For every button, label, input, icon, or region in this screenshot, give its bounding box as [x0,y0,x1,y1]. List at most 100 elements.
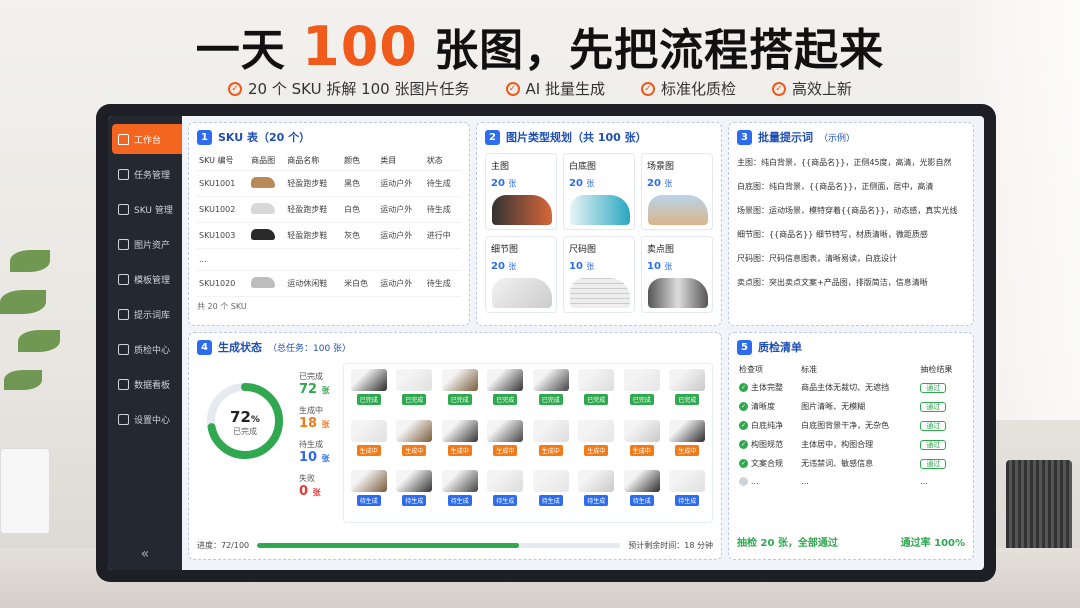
check-circle-icon: ✓ [739,421,748,430]
type-count-unit: 张 [586,262,595,271]
type-count-number: 10 [569,261,583,272]
sidebar-item-tasks[interactable]: 任务管理 [112,159,182,189]
table-row[interactable]: SKU1003 轻盈跑步鞋 灰色 运动户外 进行中 [197,222,461,249]
sidebar-item-settings[interactable]: 设置中心 [112,404,182,434]
table-row[interactable]: SKU1020 运动休闲鞋 米白色 运动户外 待生成 [197,270,461,297]
type-count-number: 20 [647,178,661,189]
type-count: 20 张 [569,178,629,189]
sidebar-item-assets[interactable]: 图片资产 [112,229,182,259]
progress-row: 进度：72/100 预计剩余时间：18 分钟 [197,540,713,551]
thumbnail-image [532,419,569,442]
generation-thumbnail[interactable]: 待生成 [531,470,571,517]
qc-result-cell: 通过 [918,378,965,397]
type-card[interactable]: 场景图 20 张 [641,153,713,230]
check-circle-icon [739,477,748,486]
sidebar-item-prompts[interactable]: 提示词库 [112,299,182,329]
thumbnail-image [669,419,706,442]
sidebar-item-dashboard[interactable]: 数据看板 [112,369,182,399]
check-circle-icon: ✓ [640,81,655,96]
sidebar-item-sku[interactable]: SKU 管理 [112,194,182,224]
generation-thumbnail[interactable]: 生成中 [440,419,480,467]
monitor-frame: 工作台 任务管理 SKU 管理 图片资产 模板管理 提示词库 质检中心 数据看板… [96,104,996,582]
headline-post: 张图，先把流程搭起来 [417,25,885,76]
table-row[interactable]: SKU1002 轻盈跑步鞋 白色 运动户外 待生成 [197,196,461,223]
generation-thumbnail[interactable]: 待生成 [668,470,708,517]
qc-pass-badge: 通过 [920,401,947,412]
status-text: 待生成 [424,270,461,297]
generation-thumbnail[interactable]: 已完成 [668,369,708,416]
panel-title-text: 图片类型规划（共 100 张） [506,131,647,144]
generation-thumbnail[interactable]: 待生成 [577,470,617,517]
generation-thumbnail[interactable]: 待生成 [440,470,480,517]
generation-thumbnail[interactable]: 生成中 [395,419,435,467]
type-count-number: 10 [647,261,661,272]
status-tag: 已完成 [356,394,381,405]
check-circle-icon: ✓ [739,383,748,392]
sidebar-item-workbench[interactable]: 工作台 [112,124,182,154]
generation-thumbnail[interactable]: 待生成 [486,470,526,517]
type-card[interactable]: 白底图 20 张 [563,153,635,230]
panel-title-text: 生成状态 [218,341,262,354]
status-text: 进行中 [424,222,461,249]
qc-pass-rate: 通过率 100% [900,538,965,549]
thumbnail-image [487,369,524,391]
generation-thumbnail[interactable]: 待生成 [349,470,389,517]
generation-thumbnail[interactable]: 已完成 [531,369,571,416]
thumbnail-image [396,369,433,391]
product-category: 运动户外 [378,170,425,197]
type-card[interactable]: 尺码图 10 张 [563,236,635,313]
type-card[interactable]: 主图 20 张 [485,153,557,230]
thumbnail-image [532,470,569,493]
step-number: 5 [737,339,752,355]
qc-item-cell: ✓ 文案合规 [737,454,799,473]
type-card[interactable]: 细节图 20 张 [485,236,557,313]
generation-thumbnail[interactable]: 生成中 [668,419,708,467]
generation-thumbnail[interactable]: 生成中 [577,419,617,467]
ring-label: 72% 已完成 [203,407,287,437]
qc-pass-badge: 通过 [920,458,947,469]
generation-thumbnail[interactable]: 待生成 [395,470,435,517]
type-card[interactable]: 卖点图 10 张 [641,236,713,313]
type-preview-image [648,278,708,308]
stat-label: 失败 [299,474,315,483]
status-tag: 已完成 [538,394,563,405]
generation-thumbnail[interactable]: 生成中 [349,419,389,467]
thumbnail-image [487,470,524,493]
column-header: SKU 编号 [197,151,250,171]
sidebar-item-label: 任务管理 [134,170,171,181]
generation-thumbnail[interactable]: 已完成 [577,369,617,416]
generation-thumbnail[interactable]: 已完成 [486,369,526,416]
generation-thumbnail[interactable]: 已完成 [349,369,389,416]
status-tag: 待生成 [493,495,518,507]
sidebar-item-qc[interactable]: 质检中心 [112,334,182,364]
generation-thumbnail[interactable]: 生成中 [622,419,662,467]
table-row[interactable]: ... [197,248,461,271]
generation-thumbnail[interactable]: 已完成 [395,369,435,416]
qc-item-cell: ✓ 白底纯净 [737,416,799,435]
status-tag: 待生成 [447,495,472,507]
generation-thumbnail[interactable]: 待生成 [622,470,662,517]
qc-result-cell: 通过 [918,397,965,416]
type-preview-image [570,278,630,308]
status-tag: 待生成 [584,495,609,507]
type-count: 10 张 [569,261,629,272]
generation-thumbnail[interactable]: 生成中 [531,419,571,467]
collapse-sidebar-button[interactable]: « [108,546,182,562]
type-name: 细节图 [491,245,519,255]
column-header: 标准 [801,365,818,374]
thumbnail-image [441,470,478,493]
thumbnail-image [578,369,615,391]
status-tag: 待生成 [675,495,700,507]
sidebar-item-templates[interactable]: 模板管理 [112,264,182,294]
stat-value: 0 张 [299,484,339,499]
stat-unit: 张 [321,420,330,429]
table-row[interactable]: SKU1001 轻盈跑步鞋 黑色 运动户外 待生成 [197,170,461,197]
check-circle-icon: ✓ [739,440,748,449]
qc-item: 主体完整 [751,383,783,392]
qc-panel: 5 质检清单 检查项 标准 抽检结果 ✓ 主体完整 商品主体无裁切、无遮挡 通过 ✓ 清晰度 图片… [728,332,974,560]
type-count-number: 20 [491,178,505,189]
feature-item: ✓ 高效上新 [771,78,852,99]
generation-thumbnail[interactable]: 已完成 [622,369,662,416]
generation-thumbnail[interactable]: 已完成 [440,369,480,416]
generation-thumbnail[interactable]: 生成中 [486,419,526,467]
